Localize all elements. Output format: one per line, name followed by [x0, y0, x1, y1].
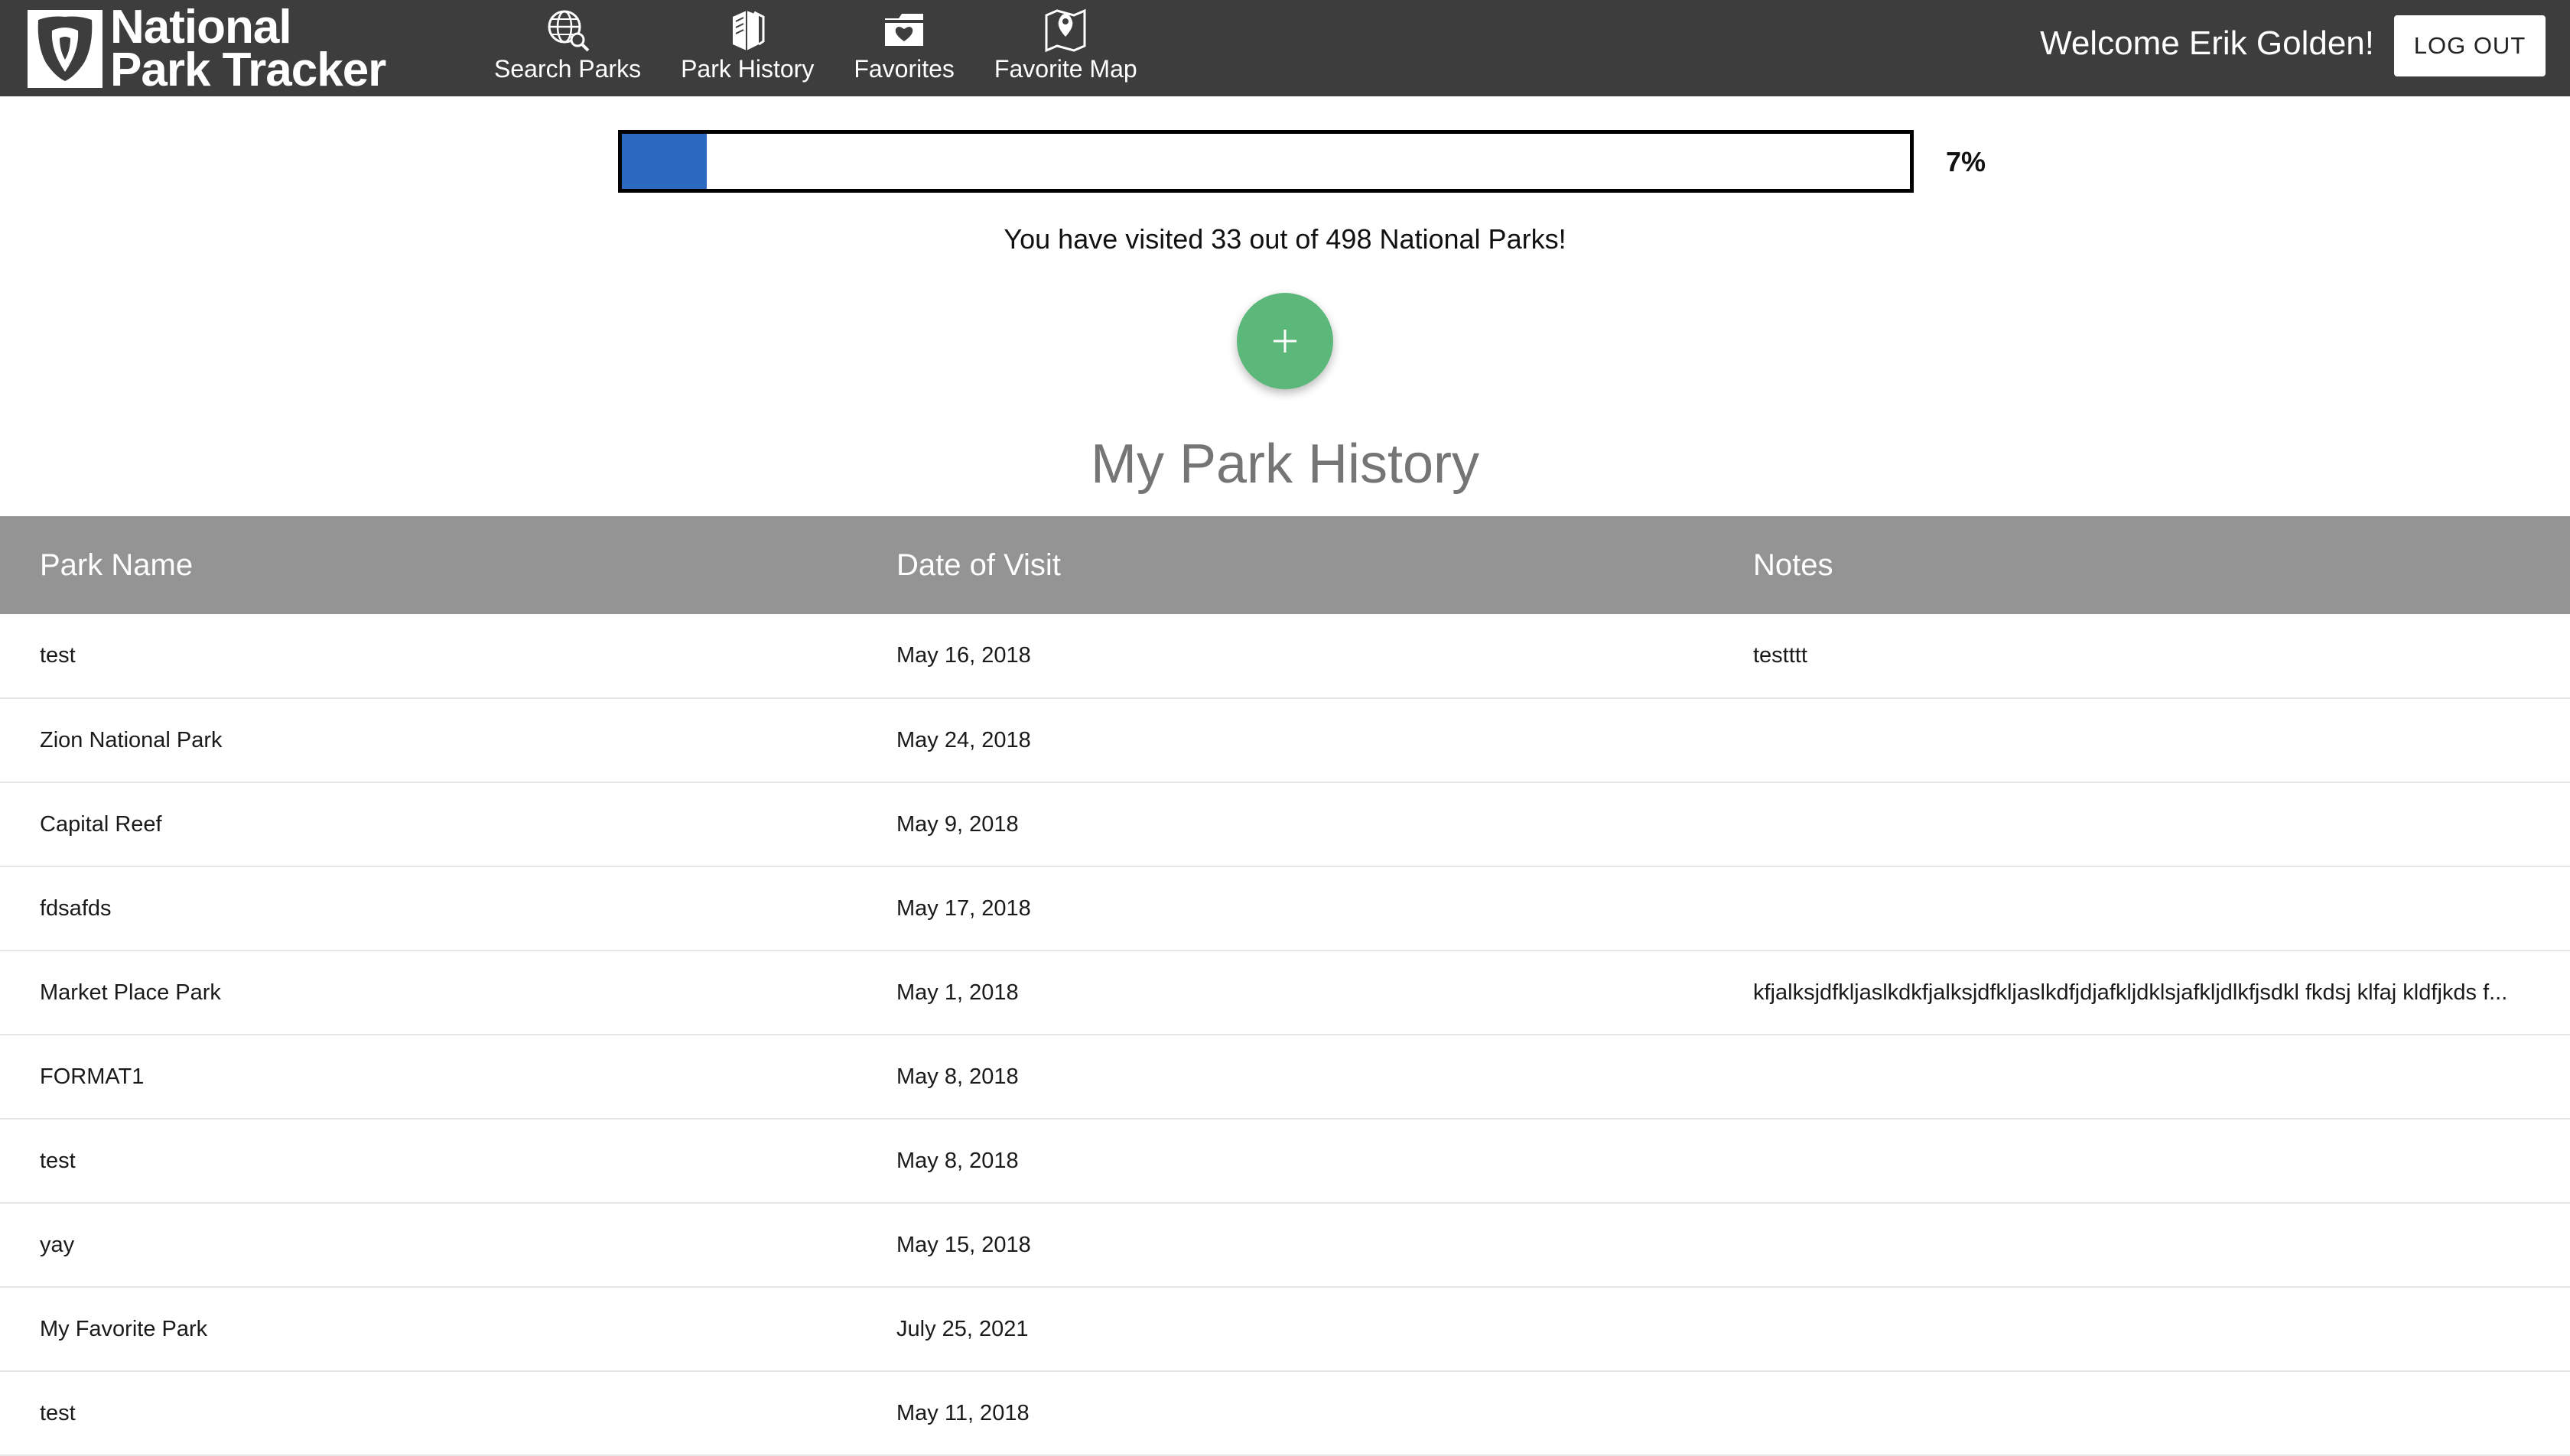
table-header-row: Park Name Date of Visit Notes	[0, 516, 2570, 614]
cell-park-name: yay	[40, 1232, 75, 1257]
nav-label-favorites: Favorites	[854, 55, 955, 83]
nav-label-park-history: Park History	[681, 55, 815, 83]
cell-park-name: test	[40, 1148, 76, 1173]
map-pin-icon	[1045, 8, 1086, 53]
column-header-date-of-visit[interactable]: Date of Visit	[857, 516, 1713, 614]
table-row[interactable]: test May 16, 2018 testttt	[0, 614, 2570, 698]
main-nav: Search Parks Park History Favorites Favo…	[474, 0, 1157, 96]
nav-label-favorite-map: Favorite Map	[994, 55, 1137, 83]
table-row[interactable]: My Favorite Park July 25, 2021	[0, 1287, 2570, 1371]
nav-park-history[interactable]: Park History	[661, 0, 834, 96]
cell-date-of-visit: May 8, 2018	[896, 1064, 1019, 1089]
cell-notes: kfjalksjdfkljaslkdkfjalksjdfkljaslkdfjdj…	[1753, 980, 2508, 1005]
table-row[interactable]: fdsafds May 17, 2018	[0, 866, 2570, 951]
cell-park-name: FORMAT1	[40, 1064, 145, 1089]
table-row[interactable]: test May 11, 2018	[0, 1371, 2570, 1455]
cell-notes	[1713, 1119, 2570, 1203]
heart-folder-icon	[885, 14, 924, 46]
nav-search-parks[interactable]: Search Parks	[474, 0, 661, 96]
welcome-message: Welcome Erik Golden!	[2040, 24, 2374, 62]
nav-favorite-map[interactable]: Favorite Map	[974, 0, 1157, 96]
cell-date-of-visit: May 16, 2018	[896, 643, 1031, 668]
plus-icon	[1274, 330, 1296, 353]
table-row[interactable]: Zion National Park May 24, 2018	[0, 698, 2570, 782]
cell-notes	[1713, 1035, 2570, 1119]
cell-notes	[1713, 866, 2570, 951]
nav-label-search-parks: Search Parks	[494, 55, 642, 83]
cell-date-of-visit: May 17, 2018	[896, 895, 1031, 921]
table-row[interactable]: test May 8, 2018	[0, 1119, 2570, 1203]
cell-park-name: test	[40, 643, 76, 668]
table-row[interactable]: Market Place Park May 1, 2018 kfjalksjdfkl…	[0, 951, 2570, 1035]
column-header-park-name[interactable]: Park Name	[0, 516, 857, 614]
cell-park-name: Capital Reef	[40, 811, 162, 837]
books-icon	[733, 11, 765, 50]
cell-date-of-visit: May 11, 2018	[896, 1400, 1030, 1425]
table-body: test May 16, 2018 testttt Zion National Par…	[0, 614, 2570, 1455]
top-navigation-bar: National Park Tracker Search Parks Park …	[0, 0, 2570, 96]
table-row[interactable]: Capital Reef May 9, 2018	[0, 782, 2570, 866]
cell-park-name: Market Place Park	[40, 980, 221, 1005]
column-header-notes[interactable]: Notes	[1713, 516, 2570, 614]
cell-park-name: test	[40, 1400, 76, 1425]
cell-date-of-visit: May 9, 2018	[896, 811, 1019, 837]
cell-notes	[1713, 782, 2570, 866]
cell-date-of-visit: July 25, 2021	[896, 1316, 1029, 1341]
cell-park-name: My Favorite Park	[40, 1316, 208, 1341]
cell-date-of-visit: May 8, 2018	[896, 1148, 1019, 1173]
brand-home-link[interactable]: National Park Tracker	[28, 1, 386, 96]
table-row[interactable]: yay May 15, 2018	[0, 1203, 2570, 1287]
cell-notes	[1713, 698, 2570, 782]
cell-park-name: fdsafds	[40, 895, 112, 921]
table-row[interactable]: FORMAT1 May 8, 2018	[0, 1035, 2570, 1119]
cell-notes	[1713, 1371, 2570, 1455]
cell-date-of-visit: May 15, 2018	[896, 1232, 1031, 1257]
cell-date-of-visit: May 24, 2018	[896, 727, 1031, 752]
nav-favorites[interactable]: Favorites	[834, 0, 974, 96]
visited-progress-bar	[618, 130, 1914, 193]
logout-button[interactable]: LOG OUT	[2394, 15, 2546, 76]
visited-count-text: You have visited 33 out of 498 National …	[1004, 223, 1566, 255]
cell-date-of-visit: May 1, 2018	[896, 980, 1019, 1005]
page-title: My Park History	[1090, 434, 1480, 495]
brand-title-line-1: National	[110, 1, 292, 54]
arrowhead-shield-icon	[28, 10, 102, 88]
brand-title-line-2: Park Tracker	[110, 44, 386, 96]
cell-notes	[1713, 1287, 2570, 1371]
cell-notes	[1713, 1203, 2570, 1287]
cell-park-name: Zion National Park	[40, 727, 223, 752]
add-park-visit-button[interactable]	[1237, 293, 1333, 389]
cell-notes: testttt	[1753, 643, 1807, 668]
globe-search-icon	[548, 10, 590, 52]
park-history-table: Park Name Date of Visit Notes test May 16…	[0, 516, 2570, 1456]
progress-percent: 7%	[1946, 146, 1986, 177]
progress-bar-fill	[622, 134, 708, 189]
